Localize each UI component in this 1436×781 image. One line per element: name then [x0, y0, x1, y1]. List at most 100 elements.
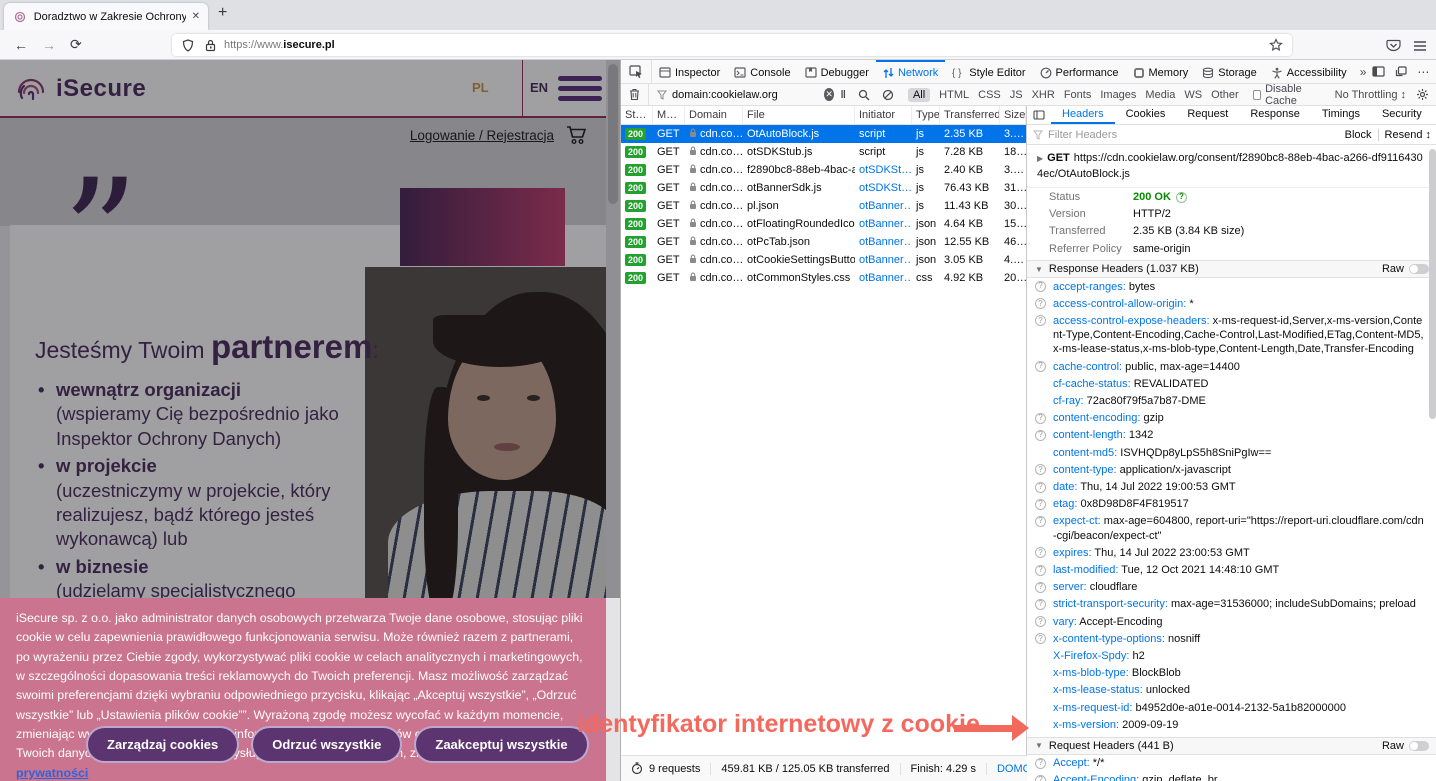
clear-filter-icon[interactable]: ✕: [824, 88, 835, 101]
lang-en-button[interactable]: EN: [530, 80, 548, 95]
initiator-cell[interactable]: otBanner…: [855, 200, 912, 212]
panel-tab-security[interactable]: Security: [1371, 106, 1433, 124]
clear-requests-icon[interactable]: [621, 84, 649, 105]
table-row[interactable]: 200GETcdn.co…f2890bc8-88eb-4bac-a266-df9…: [621, 161, 1026, 179]
initiator-cell[interactable]: otBanner…: [855, 218, 912, 230]
devtools-tab-memory[interactable]: Memory: [1126, 60, 1196, 83]
disable-cache-checkbox[interactable]: Disable Cache: [1253, 83, 1323, 107]
help-icon[interactable]: ?: [1035, 599, 1046, 610]
help-icon[interactable]: ?: [1035, 281, 1046, 292]
url-text[interactable]: https://www.isecure.pl: [224, 39, 335, 51]
help-icon[interactable]: ?: [1035, 361, 1046, 372]
browser-tab[interactable]: Doradztwo w Zakresie Ochrony Dany ✕: [4, 3, 208, 30]
page-scrollbar-thumb[interactable]: [608, 64, 618, 204]
search-icon[interactable]: [852, 89, 876, 101]
help-icon[interactable]: ?: [1035, 582, 1046, 593]
lock-icon[interactable]: [202, 37, 218, 53]
block-icon[interactable]: [876, 89, 900, 101]
block-button[interactable]: Block: [1345, 129, 1372, 141]
devtools-tab-network[interactable]: Network: [876, 60, 945, 83]
new-tab-button[interactable]: +: [218, 4, 227, 22]
url-bar[interactable]: https://www.isecure.pl: [172, 34, 1292, 56]
table-row[interactable]: 200GETcdn.co…otBannerSdk.jsotSDKSt…js76.…: [621, 179, 1026, 197]
panel-tab-cookies[interactable]: Cookies: [1115, 106, 1177, 124]
panel-tab-headers[interactable]: Headers: [1051, 106, 1115, 124]
cookie-button-zarz-dzaj-cookies[interactable]: Zarządzaj cookies: [86, 726, 239, 763]
help-icon[interactable]: ?: [1035, 430, 1046, 441]
column-header-transferred[interactable]: Transferred: [940, 106, 1000, 124]
request-headers-section[interactable]: ▼ Request Headers (441 B) Raw: [1027, 737, 1436, 755]
column-header-initiator[interactable]: Initiator: [855, 106, 912, 124]
table-row[interactable]: 200GETcdn.co…otCookieSettingsButton.json…: [621, 251, 1026, 269]
filter-urls-input[interactable]: domain:cookielaw.org: [649, 89, 824, 101]
help-icon[interactable]: ?: [1035, 315, 1046, 326]
panel-tab-timings[interactable]: Timings: [1311, 106, 1371, 124]
help-icon[interactable]: ?: [1035, 499, 1046, 510]
separate-window-icon[interactable]: [1395, 66, 1407, 77]
table-row[interactable]: 200GETcdn.co…OtAutoBlock.jsscriptjs2.35 …: [621, 125, 1026, 143]
tab-close-icon[interactable]: ✕: [192, 11, 200, 22]
help-icon[interactable]: ?: [1035, 464, 1046, 475]
shield-icon[interactable]: [180, 37, 196, 53]
panel-tab-response[interactable]: Response: [1239, 106, 1311, 124]
help-icon[interactable]: ?: [1035, 547, 1046, 558]
site-logo[interactable]: iSecure: [14, 72, 146, 106]
column-header-size[interactable]: Size: [1000, 106, 1026, 124]
response-headers-section[interactable]: ▼ Response Headers (1.037 KB) Raw: [1027, 260, 1436, 278]
network-settings-gear-icon[interactable]: [1416, 88, 1429, 101]
initiator-cell[interactable]: otSDKSt…: [855, 182, 912, 194]
filter-chip-css[interactable]: CSS: [978, 89, 1001, 101]
bookmark-star-icon[interactable]: [1268, 37, 1284, 53]
initiator-cell[interactable]: otBanner…: [855, 254, 912, 266]
table-row[interactable]: 200GETcdn.co…pl.jsonotBanner…js11.43 KB3…: [621, 197, 1026, 215]
raw-toggle[interactable]: [1409, 741, 1429, 751]
devtools-tab-storage[interactable]: Storage: [1195, 60, 1264, 83]
raw-toggle[interactable]: [1409, 264, 1429, 274]
headers-scroll-area[interactable]: ▶GEThttps://cdn.cookielaw.org/consent/f2…: [1027, 145, 1436, 781]
help-icon[interactable]: ?: [1035, 565, 1046, 576]
help-icon[interactable]: ?: [1035, 482, 1046, 493]
pick-element-icon[interactable]: [621, 60, 652, 83]
column-header-st[interactable]: St…: [621, 106, 653, 124]
devtools-tab-performance[interactable]: Performance: [1033, 60, 1126, 83]
site-menu-icon[interactable]: [558, 76, 602, 106]
help-icon[interactable]: ?: [1035, 758, 1046, 769]
pocket-icon[interactable]: [1385, 38, 1401, 54]
headers-scrollbar-thumb[interactable]: [1429, 149, 1436, 419]
reload-button[interactable]: ⟳: [70, 36, 82, 53]
devtools-tab-console[interactable]: Console: [727, 60, 797, 83]
help-icon[interactable]: ?: [1176, 192, 1187, 203]
back-button[interactable]: ←: [14, 37, 28, 53]
filter-chip-all[interactable]: All: [908, 88, 930, 102]
help-icon[interactable]: ?: [1035, 413, 1046, 424]
table-row[interactable]: 200GETcdn.co…otFloatingRoundedIcon.jsono…: [621, 215, 1026, 233]
panel-dock-icon[interactable]: [1027, 106, 1051, 124]
column-header-m[interactable]: M…: [653, 106, 685, 124]
dock-side-icon[interactable]: [1372, 66, 1385, 77]
collapse-triangle-icon[interactable]: ▼: [1035, 741, 1043, 750]
lang-pl-button[interactable]: PL: [472, 80, 489, 95]
forward-button[interactable]: →: [42, 37, 56, 53]
column-header-domain[interactable]: Domain: [685, 106, 743, 124]
initiator-cell[interactable]: otBanner…: [855, 236, 912, 248]
column-header-type[interactable]: Type: [912, 106, 940, 124]
table-row[interactable]: 200GETcdn.co…otCommonStyles.cssotBanner……: [621, 269, 1026, 287]
meatball-menu-icon[interactable]: ⋯: [1417, 65, 1430, 79]
help-icon[interactable]: ?: [1035, 633, 1046, 644]
request-url-line[interactable]: ▶GEThttps://cdn.cookielaw.org/consent/f2…: [1027, 145, 1436, 188]
filter-chip-ws[interactable]: WS: [1184, 89, 1202, 101]
more-tabs-chevron[interactable]: »: [1354, 60, 1373, 83]
cookie-button-odrzu--wszystkie[interactable]: Odrzuć wszystkie: [251, 726, 402, 763]
filter-chip-media[interactable]: Media: [1145, 89, 1175, 101]
help-icon[interactable]: ?: [1035, 516, 1046, 527]
filter-chip-js[interactable]: JS: [1010, 89, 1023, 101]
filter-chip-xhr[interactable]: XHR: [1032, 89, 1055, 101]
menu-hamburger-icon[interactable]: [1412, 38, 1428, 54]
cookie-button-zaakceptuj-wszystkie[interactable]: Zaakceptuj wszystkie: [414, 726, 588, 763]
expand-triangle-icon[interactable]: ▶: [1037, 154, 1043, 163]
table-row[interactable]: 200GETcdn.co…otSDKStub.jsscriptjs7.28 KB…: [621, 143, 1026, 161]
login-register-link[interactable]: Logowanie / Rejestracja: [410, 128, 554, 143]
column-header-file[interactable]: File: [743, 106, 855, 124]
filter-headers-input[interactable]: Filter Headers: [1048, 129, 1117, 141]
devtools-tab-style-editor[interactable]: { }Style Editor: [945, 60, 1032, 83]
